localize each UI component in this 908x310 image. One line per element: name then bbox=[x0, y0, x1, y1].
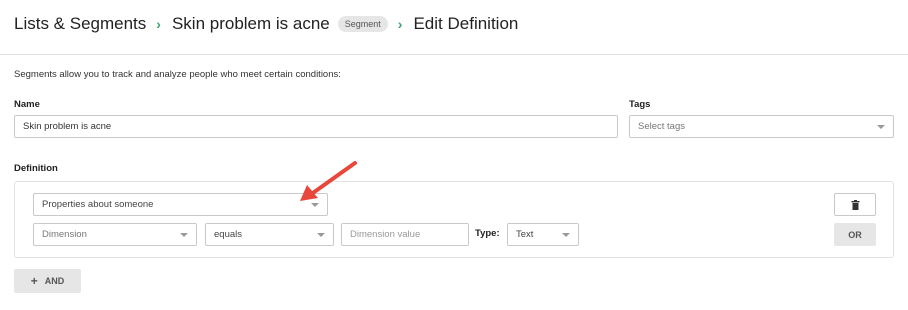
name-input-value: Skin problem is acne bbox=[23, 121, 112, 132]
tags-placeholder: Select tags bbox=[638, 121, 685, 132]
condition-type-select[interactable]: Properties about someone bbox=[33, 193, 328, 216]
definition-label: Definition bbox=[14, 163, 58, 174]
type-label: Type: bbox=[475, 228, 500, 239]
plus-icon: + bbox=[30, 274, 38, 288]
and-label: AND bbox=[44, 276, 65, 286]
dimension-select[interactable]: Dimension bbox=[33, 223, 197, 246]
tags-select[interactable]: Select tags bbox=[629, 115, 894, 138]
annotation-arrow-icon bbox=[300, 161, 357, 201]
breadcrumb-separator: › bbox=[156, 16, 161, 32]
dimension-value-input[interactable]: Dimension value bbox=[341, 223, 469, 246]
type-select[interactable]: Text bbox=[507, 223, 579, 246]
page-header: Lists & Segments › Skin problem is acne … bbox=[0, 0, 908, 55]
tags-label: Tags bbox=[629, 99, 651, 110]
condition-type-value: Properties about someone bbox=[42, 199, 154, 210]
chevron-down-icon bbox=[180, 232, 188, 237]
add-and-button[interactable]: + AND bbox=[14, 269, 81, 293]
dimension-placeholder: Dimension bbox=[42, 229, 87, 240]
breadcrumb-segment-name[interactable]: Skin problem is acne bbox=[172, 14, 330, 34]
breadcrumb-lists-segments[interactable]: Lists & Segments bbox=[14, 14, 146, 34]
breadcrumb: Lists & Segments › Skin problem is acne … bbox=[14, 14, 518, 34]
segment-badge: Segment bbox=[337, 16, 388, 32]
trash-icon bbox=[851, 199, 859, 210]
type-value: Text bbox=[516, 229, 534, 240]
intro-text: Segments allow you to track and analyze … bbox=[14, 69, 341, 80]
or-button[interactable]: OR bbox=[834, 223, 876, 246]
name-label: Name bbox=[14, 99, 40, 110]
operator-value: equals bbox=[214, 229, 242, 240]
breadcrumb-separator: › bbox=[397, 16, 403, 32]
chevron-down-icon bbox=[317, 232, 325, 237]
operator-select[interactable]: equals bbox=[205, 223, 334, 246]
page-title: Edit Definition bbox=[413, 14, 519, 33]
chevron-down-icon bbox=[562, 232, 570, 237]
name-input[interactable]: Skin problem is acne bbox=[14, 115, 618, 138]
chevron-down-icon bbox=[877, 124, 885, 129]
dimension-value-placeholder: Dimension value bbox=[350, 229, 421, 240]
delete-condition-button[interactable] bbox=[834, 193, 876, 216]
